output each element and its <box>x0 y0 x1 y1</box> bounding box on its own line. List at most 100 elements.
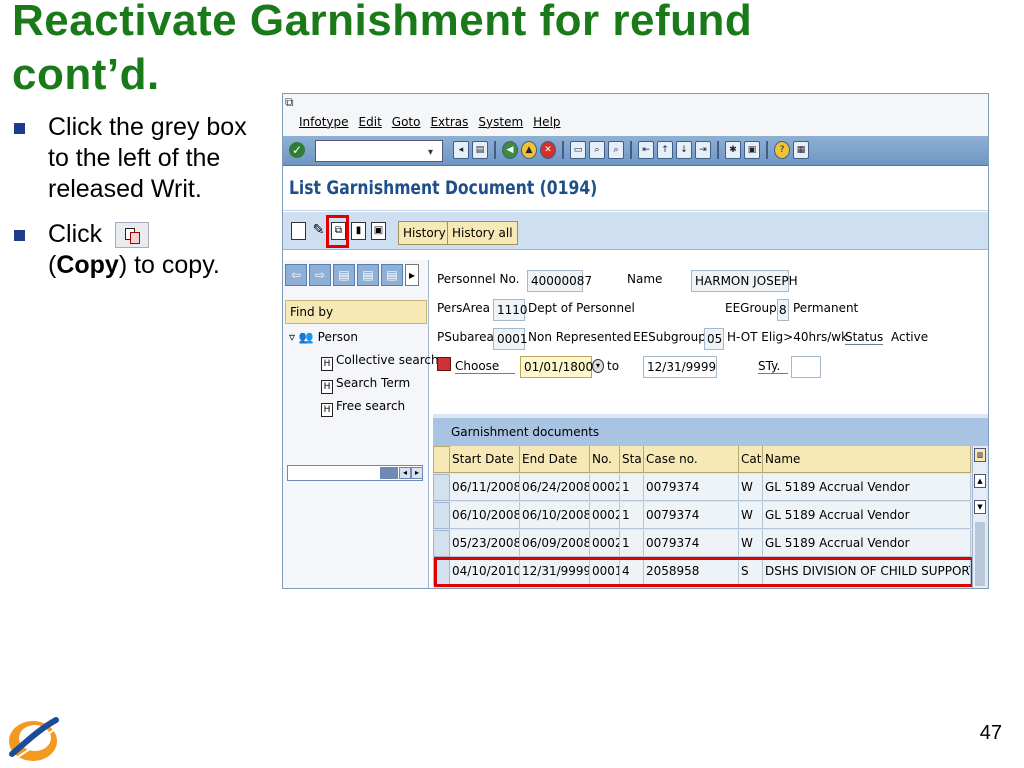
tree-node-person[interactable]: ▿ 👥 Person <box>289 330 358 344</box>
scroll-up-icon[interactable]: ▲ <box>974 474 986 488</box>
history-all-button[interactable]: History all <box>447 221 518 245</box>
sty-input[interactable] <box>791 356 821 378</box>
back-icon[interactable]: ◀ <box>502 141 518 159</box>
lock-icon[interactable]: ▣ <box>371 222 386 240</box>
scroll-left-icon[interactable]: ◂ <box>399 467 411 479</box>
table-header-row: Start Date End Date No. Sta Case no. Cat… <box>450 446 971 473</box>
table-row[interactable]: 06/11/2008 06/24/2008 0002 1 0079374 W G… <box>450 474 971 501</box>
scroll-thumb[interactable] <box>975 522 985 586</box>
select-all-cell[interactable] <box>433 446 450 473</box>
save-icon[interactable]: ▤ <box>472 141 488 159</box>
eegroup-code: 8 <box>777 299 789 321</box>
menu-goto[interactable]: Goto <box>392 115 421 129</box>
scroll-thumb[interactable] <box>380 467 398 479</box>
table-row[interactable]: 06/10/2008 06/10/2008 0002 1 0079374 W G… <box>450 502 971 529</box>
row-selector[interactable] <box>433 474 450 501</box>
enter-check-icon[interactable]: ✓ <box>289 142 305 158</box>
col-end-date[interactable]: End Date <box>520 446 590 473</box>
nav-tool-icon[interactable]: ▤ <box>357 264 379 286</box>
persarea-text: Dept of Personnel <box>528 301 635 315</box>
tree-label: Collective search <box>336 353 439 367</box>
nav-tool-icon[interactable]: ▤ <box>333 264 355 286</box>
col-name[interactable]: Name <box>763 446 971 473</box>
bullet-text: Click <box>48 220 103 248</box>
psubarea-label: PSubarea <box>437 330 494 344</box>
cancel-icon[interactable]: ✕ <box>540 141 556 159</box>
find-next-icon[interactable]: ⌕ <box>608 141 624 159</box>
exit-icon[interactable]: ▲ <box>521 141 537 159</box>
cell-name: GL 5189 Accrual Vendor <box>763 474 971 501</box>
tree-node-collective-search[interactable]: H Collective search <box>321 353 439 371</box>
tree-label: Person <box>317 330 358 344</box>
col-case-no[interactable]: Case no. <box>644 446 739 473</box>
row-selector[interactable] <box>433 502 450 529</box>
from-date-input[interactable]: 01/01/1800 <box>520 356 593 378</box>
command-field[interactable] <box>315 140 443 162</box>
print-icon[interactable]: ▭ <box>570 141 586 159</box>
table-row[interactable]: 05/23/2008 06/09/2008 0002 1 0079374 W G… <box>450 530 971 557</box>
calendar-icon[interactable] <box>437 357 451 371</box>
menu-system[interactable]: System <box>478 115 523 129</box>
back-arrow-icon[interactable]: ◂ <box>453 141 469 159</box>
col-cat[interactable]: Cat <box>739 446 763 473</box>
bullet-square-icon <box>14 230 25 241</box>
help-icon[interactable]: ? <box>774 141 790 159</box>
change-pencil-icon[interactable]: ✎ <box>311 222 326 240</box>
col-start-date[interactable]: Start Date <box>450 446 520 473</box>
menu-infotype[interactable]: Infotype <box>299 115 349 129</box>
name-label: Name <box>627 272 663 286</box>
copy-icon <box>115 222 150 249</box>
nav-back-icon[interactable]: ⇦ <box>285 264 307 286</box>
to-label: to <box>607 359 620 373</box>
shortcut-icon[interactable]: ▣ <box>744 141 760 159</box>
scroll-down-icon[interactable]: ▼ <box>974 500 986 514</box>
col-no[interactable]: No. <box>590 446 620 473</box>
tree-collapse-icon[interactable]: ▿ <box>289 330 295 344</box>
history-button[interactable]: History <box>398 221 451 245</box>
column-settings-icon[interactable]: ▥ <box>974 448 986 462</box>
personnel-header: Personnel No. 40000087 Name HARMON JOSEP… <box>433 266 988 412</box>
nav-expand-icon[interactable]: ▸ <box>405 264 419 286</box>
bullet-square-icon <box>14 123 25 134</box>
slide-title: Reactivate Garnishment for refund cont’d… <box>12 0 1012 102</box>
date-picker-icon[interactable]: ▾ <box>592 359 604 373</box>
tree-node-search-term[interactable]: H Search Term <box>321 376 410 394</box>
menu-help[interactable]: Help <box>533 115 560 129</box>
nav-forward-icon[interactable]: ⇨ <box>309 264 331 286</box>
new-session-icon[interactable]: ✱ <box>725 141 741 159</box>
first-page-icon[interactable]: ⇤ <box>638 141 654 159</box>
bullet-item: Click (Copy) to copy. <box>14 219 254 281</box>
scroll-right-icon[interactable]: ▸ <box>411 467 423 479</box>
layout-menu-icon[interactable]: ▦ <box>793 141 809 159</box>
nav-horizontal-scrollbar[interactable]: ◂ ▸ <box>287 465 423 481</box>
company-logo-icon <box>9 717 59 761</box>
copy-highlight-box <box>326 215 349 248</box>
previous-page-icon[interactable]: ↑ <box>657 141 673 159</box>
standard-toolbar: ✓ ▾ ◂ ▤ ◀ ▲ ✕ ▭ ⌕ ⌕ ⇤ ↑ ↓ ⇥ ✱ ▣ ? ▦ <box>283 136 988 166</box>
cell-cat: W <box>739 530 763 557</box>
table-vertical-scrollbar[interactable]: ▥ ▲ ▼ <box>972 446 986 588</box>
bullet-bold-text: Copy <box>56 251 119 279</box>
tree-node-free-search[interactable]: H Free search <box>321 399 405 417</box>
row-selector[interactable] <box>433 530 450 557</box>
create-icon[interactable] <box>291 222 306 240</box>
menu-edit[interactable]: Edit <box>359 115 382 129</box>
cell-start-date: 06/10/2008 <box>450 502 520 529</box>
nav-tool-icon[interactable]: ▤ <box>381 264 403 286</box>
last-page-icon[interactable]: ⇥ <box>695 141 711 159</box>
bullet-text: Click the grey box to the left of the re… <box>48 113 247 203</box>
sty-label: STy. <box>758 359 788 374</box>
menu-extras[interactable]: Extras <box>430 115 468 129</box>
to-date-input[interactable]: 12/31/9999 <box>643 356 717 378</box>
col-sta[interactable]: Sta <box>620 446 644 473</box>
next-page-icon[interactable]: ↓ <box>676 141 692 159</box>
object-manager-panel: ⇦ ⇨ ▤ ▤ ▤ ▸ Find by ▿ 👥 Person H Collecti… <box>283 260 439 588</box>
sap-menu-icon[interactable]: ⧉ <box>285 95 294 110</box>
menu-items: Infotype Edit Goto Extras System Help <box>299 115 561 129</box>
page-number: 47 <box>979 722 1002 744</box>
find-icon[interactable]: ⌕ <box>589 141 605 159</box>
table-title: Garnishment documents <box>433 418 988 446</box>
delete-icon[interactable]: ▮ <box>351 222 366 240</box>
persarea-label: PersArea <box>437 301 490 315</box>
tree-label: Search Term <box>336 376 411 390</box>
